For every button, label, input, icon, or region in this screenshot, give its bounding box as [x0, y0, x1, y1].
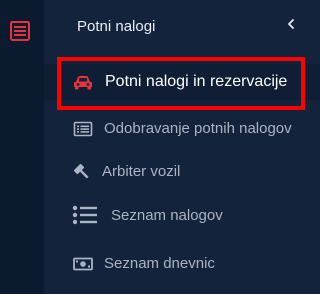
menu-item-label: Arbiter vozil: [102, 163, 181, 180]
chevron-left-icon[interactable]: [285, 17, 297, 31]
menu-item-seznam-dnevnic[interactable]: Seznam dnevnic: [44, 246, 320, 282]
list-icon: [72, 205, 97, 225]
menu-item-seznam-nalogov[interactable]: Seznam nalogov: [44, 198, 320, 234]
menu-item-arbiter-vozil[interactable]: Arbiter vozil: [44, 154, 320, 190]
icon-rail: [0, 0, 44, 294]
list-icon[interactable]: [10, 21, 30, 41]
highlight-frame: [57, 57, 305, 110]
menu-item-label: Seznam nalogov: [111, 207, 223, 224]
menu-item-odobravanje-potnih-nalogov[interactable]: Odobravanje potnih nalogov: [44, 111, 320, 147]
money-bill-icon: [73, 257, 93, 271]
menu-item-label: Seznam dnevnic: [104, 255, 215, 272]
nav-panel: Potni nalogi Potni nalogi in rezervacije…: [44, 0, 320, 294]
gavel-icon: [73, 163, 89, 179]
panel-title: Potni nalogi: [77, 18, 156, 35]
list-alt-icon: [73, 121, 93, 137]
menu-item-label: Odobravanje potnih nalogov: [104, 120, 292, 137]
